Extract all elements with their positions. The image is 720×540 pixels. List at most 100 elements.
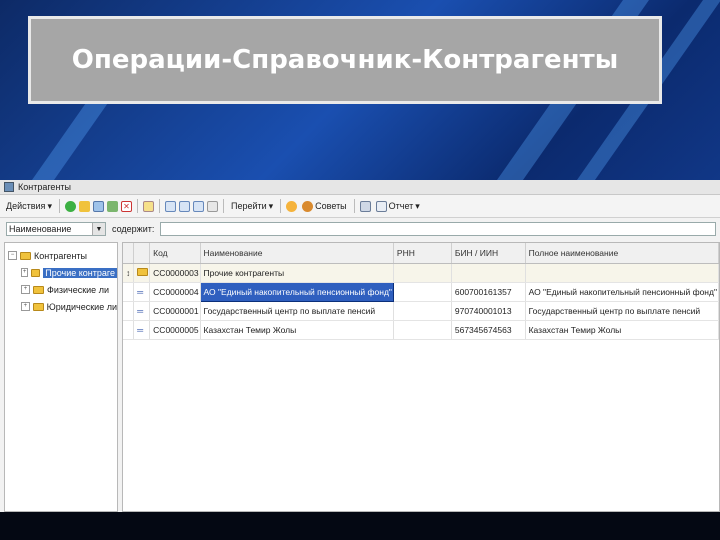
expand-icon[interactable]: + [21,268,29,277]
tree-view-icon[interactable] [178,200,190,212]
folder-icon [20,251,31,260]
cell-bin: 970740001013 [451,301,526,321]
separator [222,199,224,213]
goto-menu-button[interactable]: Перейти ▾ [229,200,275,213]
filter-row: Наименование ▼ содержит: [0,218,720,240]
tree-item-label: Прочие контраге [43,267,117,278]
header-cell [123,243,135,264]
advice-icon [302,200,314,212]
cell-rnn [393,301,452,321]
advice-button[interactable]: Советы [300,200,348,213]
table-row[interactable]: ═ СС0000004 АО "Единый накопительный пен… [123,282,719,302]
add-folder-icon[interactable] [78,200,90,212]
filter-icon[interactable] [206,200,218,212]
copy-icon[interactable] [92,200,104,212]
expand-icon[interactable]: + [21,302,30,311]
tree-item[interactable]: + Физические ли [5,281,117,298]
row-marker: ↕ [123,263,135,283]
sort-icon[interactable] [192,200,204,212]
separator [136,199,138,213]
bottom-band [0,512,720,540]
item-icon: ═ [133,320,151,340]
row-marker [123,301,135,321]
advice-label: Советы [315,201,347,211]
column-header-bin[interactable]: БИН / ИИН [451,243,526,264]
slide-title: Операции-Справочник-Контрагенты [71,45,619,75]
cell-code: СС0000001 [149,301,201,321]
separator [158,199,160,213]
tree-item-label: Физические ли [47,284,109,295]
cell-rnn [393,320,452,340]
tree-item[interactable]: + Юридические ли [5,298,117,315]
structure-icon[interactable] [359,200,371,212]
filter-field-select[interactable]: Наименование ▼ [6,222,106,236]
column-header-full-name[interactable]: Полное наименование [525,243,719,264]
window-titlebar: Контрагенты [0,180,720,195]
goto-menu-label: Перейти [230,201,267,211]
help-icon[interactable] [286,200,298,212]
report-menu-button[interactable]: Отчет ▾ [374,200,422,213]
column-header-name[interactable]: Наименование [200,243,394,264]
cell-rnn [393,282,452,302]
slide-title-box: Операции-Справочник-Контрагенты [28,16,662,104]
item-icon: ═ [133,301,151,321]
delete-icon[interactable]: ✕ [120,200,132,212]
window-title: Контрагенты [18,182,72,192]
chevron-down-icon: ▾ [415,200,420,211]
cell-bin: 600700161357 [451,282,526,302]
expand-icon[interactable]: + [21,285,30,294]
cell-name: Казахстан Темир Жолы [200,320,394,340]
row-marker [123,320,135,340]
header-cell [133,243,151,264]
folder-icon [33,285,44,294]
toolbar: Действия ▾ ✕ Перейти ▾ Советы Отчет ▾ [0,195,720,218]
cell-rnn [393,263,452,283]
folder-icon [32,302,44,311]
window-icon [4,182,14,192]
cell-name[interactable]: АО "Единый накопительный пенсионный фонд… [199,282,394,302]
filter-field-value: Наименование [9,224,72,234]
table-header: Код Наименование РНН БИН / ИИН Полное на… [123,243,719,264]
column-header-code[interactable]: Код [149,243,201,264]
cell-name: Прочие контрагенты [200,263,394,283]
list-view-icon[interactable] [164,200,176,212]
chevron-down-icon: ▼ [92,223,105,235]
cell-full-name [525,263,719,283]
app-window: Контрагенты Действия ▾ ✕ Перейти ▾ Совет… [0,180,720,512]
report-menu-label: Отчет [388,201,414,211]
tree-item-root[interactable]: − Контрагенты [5,247,117,264]
cell-full-name: Казахстан Темир Жолы [525,320,719,340]
table-row[interactable]: ═ СС0000001 Государственный центр по вып… [123,301,719,321]
cell-code: СС0000004 [149,282,201,302]
hierarchy-icon[interactable] [142,200,154,212]
table-row[interactable]: ═ СС0000005 Казахстан Темир Жолы 5673456… [123,320,719,340]
separator [353,199,355,213]
table: Код Наименование РНН БИН / ИИН Полное на… [123,243,719,340]
group-tree: − Контрагенты + Прочие контраге + Физиче… [4,242,118,512]
search-input[interactable] [160,222,717,236]
table-row[interactable]: ↕ СС0000003 Прочие контрагенты [123,263,719,283]
folder-icon [133,263,151,283]
search-label: содержит: [112,224,155,234]
cell-full-name: Государственный центр по выплате пенсий [525,301,719,321]
tree-item[interactable]: + Прочие контраге [5,264,117,281]
tree-item-label: Контрагенты [34,250,88,261]
cell-bin: 567345674563 [451,320,526,340]
chevron-down-icon: ▾ [268,200,274,211]
report-icon [375,200,387,212]
separator [280,199,282,213]
cell-name: Государственный центр по выплате пенсий [200,301,394,321]
add-icon[interactable] [64,200,76,212]
chevron-down-icon: ▾ [47,200,52,211]
collapse-icon[interactable]: − [8,251,17,260]
items-table: Код Наименование РНН БИН / ИИН Полное на… [122,242,720,512]
edit-icon[interactable] [106,200,118,212]
cell-bin [451,263,526,283]
content-panes: − Контрагенты + Прочие контраге + Физиче… [4,242,720,512]
cell-full-name: АО "Единый накопительный пенсионный фонд… [525,282,719,302]
column-header-rnn[interactable]: РНН [393,243,452,264]
tree-item-label: Юридические ли [46,301,117,312]
cell-code: СС0000005 [149,320,201,340]
actions-menu-button[interactable]: Действия ▾ [4,200,54,213]
cell-code: СС0000003 [149,263,201,283]
